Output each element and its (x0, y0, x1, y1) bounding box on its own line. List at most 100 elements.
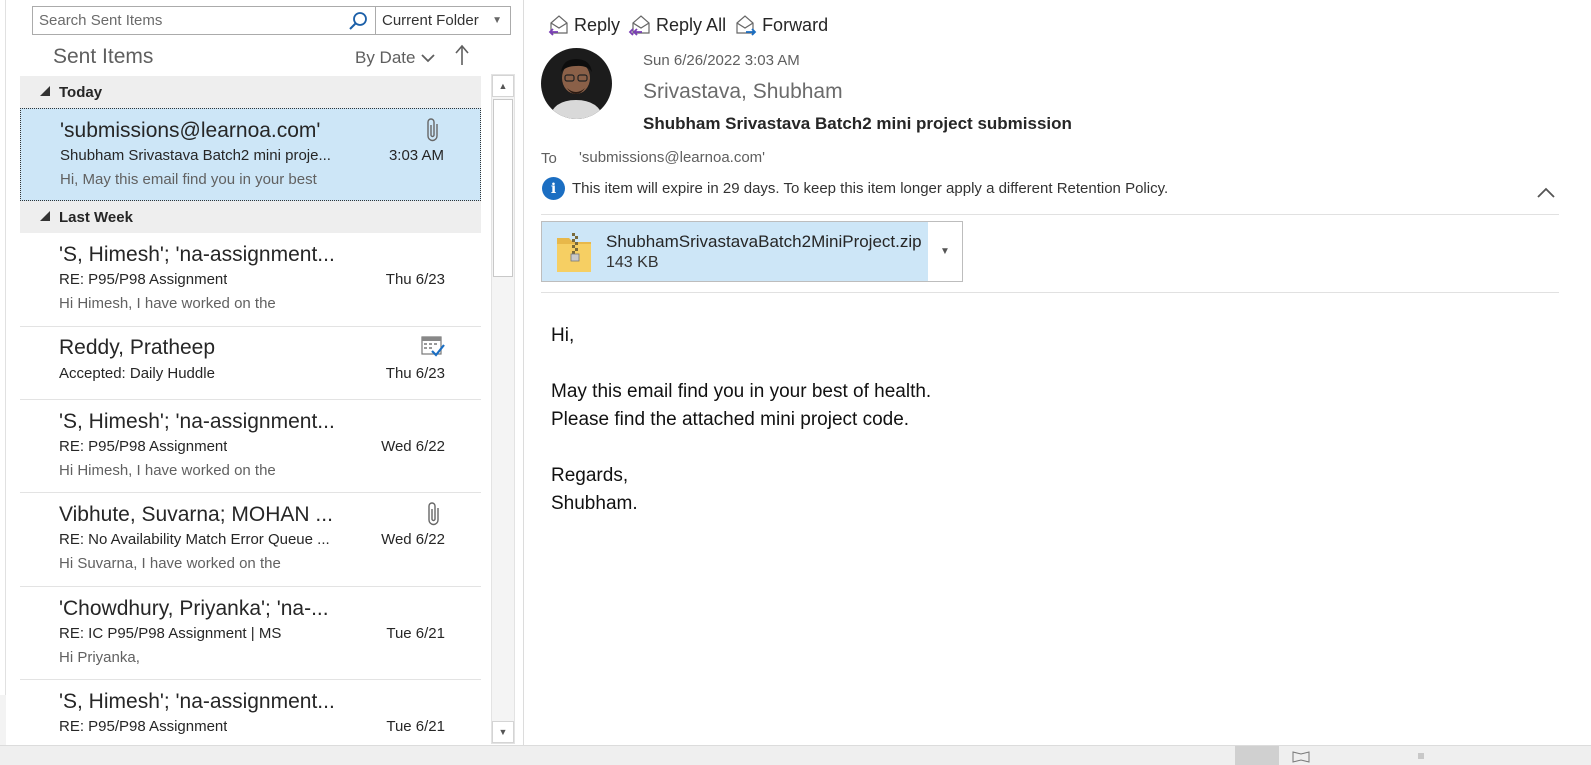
reply-all-label: Reply All (656, 14, 727, 35)
forward-icon (736, 15, 757, 36)
list-item[interactable]: 'Chowdhury, Priyanka'; 'na-... RE: IC P9… (20, 587, 481, 680)
list-item[interactable]: 'submissions@learnoa.com' Shubham Srivas… (20, 108, 481, 201)
search-input[interactable] (33, 7, 341, 34)
mail-from: Vibhute, Suvarna; MOHAN ... (59, 503, 333, 526)
retention-notice: i This item will expire in 29 days. To k… (542, 177, 1168, 200)
attachment-size: 143 KB (606, 253, 659, 271)
mail-subject: RE: P95/P98 Assignment (59, 271, 228, 288)
sort-by-label: By Date (355, 48, 416, 67)
scroll-up-button[interactable]: ▲ (492, 75, 514, 97)
reading-pane-actions: Reply Reply All Forward (546, 12, 828, 38)
body-line: Please find the attached mini project co… (551, 409, 910, 430)
list-item[interactable]: 'S, Himesh'; 'na-assignment... RE: P95/P… (20, 400, 481, 493)
mail-date: 3:03 AM (388, 147, 444, 164)
list-item[interactable]: 'S, Himesh'; 'na-assignment... RE: P95/P… (20, 233, 481, 327)
info-icon: i (542, 177, 565, 200)
search-button[interactable] (341, 7, 375, 34)
group-label: Last Week (59, 208, 133, 226)
mail-preview: Hi, May this email find you in your best (60, 171, 317, 188)
attachment-options-button[interactable]: ▼ (928, 222, 962, 281)
triangle-up-icon: ▲ (498, 81, 508, 91)
mail-subject: Shubham Srivastava Batch2 mini proje... (60, 147, 331, 164)
mail-date: Wed 6/22 (381, 531, 445, 548)
message-list: Today 'submissions@learnoa.com' Shubham … (20, 76, 481, 745)
group-header-today[interactable]: Today (20, 76, 481, 108)
mail-date: Tue 6/21 (386, 625, 445, 642)
sent-time: Sun 6/26/2022 3:03 AM (643, 52, 800, 69)
collapse-triangle-icon (40, 211, 50, 221)
sender-avatar (541, 48, 612, 119)
forward-label: Forward (762, 14, 829, 35)
reply-label: Reply (574, 14, 621, 35)
zoom-slider[interactable] (1418, 753, 1424, 759)
mail-from: 'Chowdhury, Priyanka'; 'na-... (59, 597, 329, 620)
paperclip-icon (424, 117, 442, 148)
mail-from: 'submissions@learnoa.com' (60, 119, 321, 142)
group-label: Today (59, 83, 103, 101)
to-recipient[interactable]: 'submissions@learnoa.com' (579, 149, 765, 166)
scroll-down-button[interactable]: ▼ (492, 721, 514, 743)
sort-direction-button[interactable] (455, 44, 469, 72)
arrow-up-icon (455, 44, 469, 65)
mail-from: Reddy, Pratheep (59, 336, 216, 359)
reply-all-icon (628, 15, 650, 36)
group-header-last-week[interactable]: Last Week (20, 201, 481, 233)
mail-from: 'S, Himesh'; 'na-assignment... (59, 690, 335, 713)
sender-name[interactable]: Srivastava, Shubham (643, 80, 843, 104)
to-label: To (541, 150, 557, 167)
attachment-info: ShubhamSrivastavaBatch2MiniProject.zip 1… (606, 232, 922, 272)
meeting-accepted-icon (421, 334, 445, 363)
mail-preview: Hi Himesh, I have worked on the (59, 295, 276, 312)
message-subject: Shubham Srivastava Batch2 mini project s… (643, 114, 1072, 133)
mail-subject: Accepted: Daily Huddle (59, 365, 215, 382)
navigation-strip (0, 0, 6, 765)
body-line: Shubham. (551, 493, 638, 514)
collapse-triangle-icon (40, 86, 50, 96)
search-scope-label: Current Folder (382, 12, 479, 29)
body-line (551, 350, 931, 378)
search-icon (349, 11, 367, 30)
scroll-thumb[interactable] (493, 99, 513, 277)
mail-date: Thu 6/23 (385, 271, 445, 288)
normal-view-button[interactable] (1235, 746, 1279, 765)
paperclip-icon (425, 501, 443, 532)
search-bar: Current Folder ▼ (32, 6, 511, 35)
mail-preview: Hi Himesh, I have worked on the (59, 462, 276, 479)
chevron-down-icon: ▼ (492, 15, 502, 26)
collapse-header-button[interactable] (1536, 186, 1556, 204)
mail-subject: RE: IC P95/P98 Assignment | MS (59, 625, 282, 642)
retention-text: This item will expire in 29 days. To kee… (572, 180, 1169, 197)
body-line: May this email find you in your best of … (551, 381, 932, 402)
attachment-main[interactable]: ShubhamSrivastavaBatch2MiniProject.zip 1… (542, 222, 928, 281)
list-item[interactable]: Reddy, Pratheep Accepted: Daily Huddle T… (20, 327, 481, 400)
mail-date: Thu 6/23 (385, 365, 445, 382)
mail-from: 'S, Himesh'; 'na-assignment... (59, 410, 335, 433)
chevron-down-icon: ▼ (940, 246, 950, 257)
mail-date: Wed 6/22 (381, 438, 445, 455)
message-body: Hi, May this email find you in your best… (551, 322, 931, 518)
pane-divider[interactable] (523, 0, 524, 745)
body-line (551, 434, 931, 462)
mail-subject: RE: P95/P98 Assignment (59, 438, 228, 455)
reading-view-button[interactable] (1292, 750, 1310, 763)
sort-by-dropdown[interactable]: By Date (355, 48, 436, 68)
attachment-name: ShubhamSrivastavaBatch2MiniProject.zip (606, 231, 922, 251)
list-item[interactable]: Vibhute, Suvarna; MOHAN ... RE: No Avail… (20, 493, 481, 587)
message-list-scrollbar[interactable]: ▲ ▼ (491, 74, 515, 744)
chevron-up-icon (1537, 187, 1555, 198)
triangle-down-icon: ▼ (498, 727, 508, 737)
search-scope-dropdown[interactable]: Current Folder ▼ (375, 7, 510, 34)
list-item[interactable]: 'S, Himesh'; 'na-assignment... RE: P95/P… (20, 680, 481, 745)
status-bar (0, 745, 1591, 765)
attachment-chip[interactable]: ShubhamSrivastavaBatch2MiniProject.zip 1… (541, 221, 963, 282)
folder-title: Sent Items (53, 45, 154, 68)
reply-all-button[interactable]: Reply All (628, 12, 726, 38)
forward-button[interactable]: Forward (734, 12, 828, 38)
reply-icon (548, 15, 568, 36)
mail-preview: Hi Priyanka, (59, 649, 140, 666)
body-line: Regards, (551, 465, 629, 486)
chevron-down-icon (421, 54, 436, 63)
header-divider (541, 214, 1559, 215)
reply-button[interactable]: Reply (546, 12, 620, 38)
mail-subject: RE: No Availability Match Error Queue ..… (59, 531, 330, 548)
